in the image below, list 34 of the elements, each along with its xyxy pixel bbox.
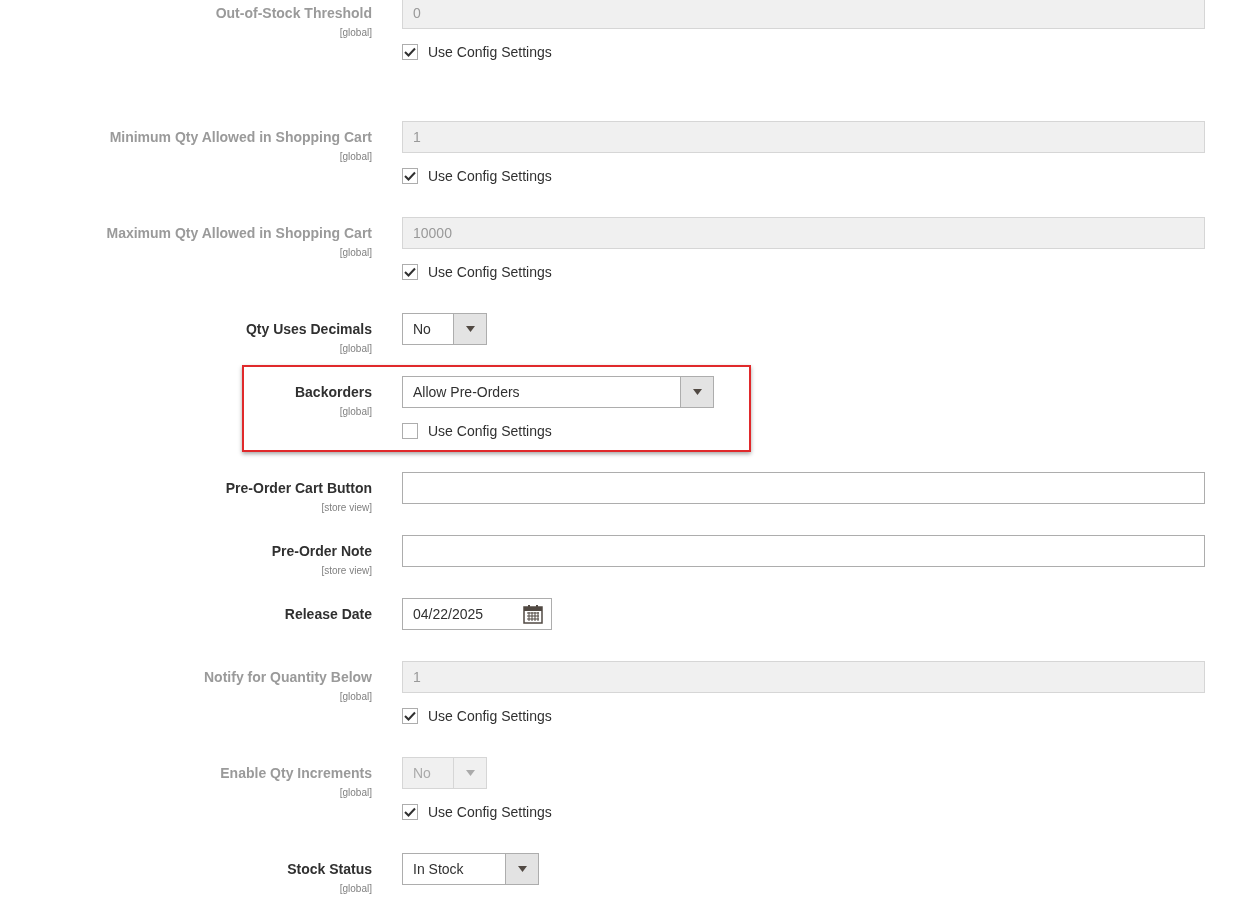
field-label: Out-of-Stock Threshold <box>215 4 372 22</box>
dropdown[interactable]: In Stock <box>402 853 539 885</box>
calendar-icon[interactable] <box>523 604 543 624</box>
field-label: Minimum Qty Allowed in Shopping Cart <box>109 128 372 146</box>
scope-label: [global] <box>339 405 372 418</box>
field-label: Pre-Order Note <box>271 542 372 560</box>
caret-icon <box>465 770 475 776</box>
field-label: Qty Uses Decimals <box>245 320 372 338</box>
checkbox-label[interactable]: Use Config Settings <box>428 423 552 439</box>
dropdown[interactable]: Allow Pre-Orders <box>402 376 714 408</box>
field-label: Enable Qty Increments <box>220 764 372 782</box>
scope-label: [global] <box>339 246 372 259</box>
scope-label: [global] <box>339 786 372 799</box>
field-label: Stock Status <box>287 860 372 878</box>
field-label: Pre-Order Cart Button <box>225 479 372 497</box>
input-field[interactable] <box>402 535 1205 567</box>
field-label: Backorders <box>294 383 372 401</box>
field-label: Notify for Quantity Below <box>204 668 372 686</box>
field-label: Maximum Qty Allowed in Shopping Cart <box>106 224 372 242</box>
field-label: Release Date <box>284 605 372 623</box>
scope-label: [global] <box>339 342 372 355</box>
scope-label: [global] <box>339 150 372 163</box>
caret-icon <box>465 326 475 332</box>
input-field[interactable] <box>402 472 1205 504</box>
dropdown[interactable]: No <box>402 313 487 345</box>
scope-label: [store view] <box>321 501 372 514</box>
caret-icon <box>692 389 702 395</box>
scope-label: [global] <box>339 690 372 703</box>
date-field[interactable]: 04/22/2025 <box>402 598 552 630</box>
caret-icon <box>517 866 527 872</box>
scope-label: [global] <box>339 26 372 39</box>
scope-label: [store view] <box>321 564 372 577</box>
checkbox[interactable] <box>402 423 418 439</box>
scope-label: [global] <box>339 882 372 895</box>
